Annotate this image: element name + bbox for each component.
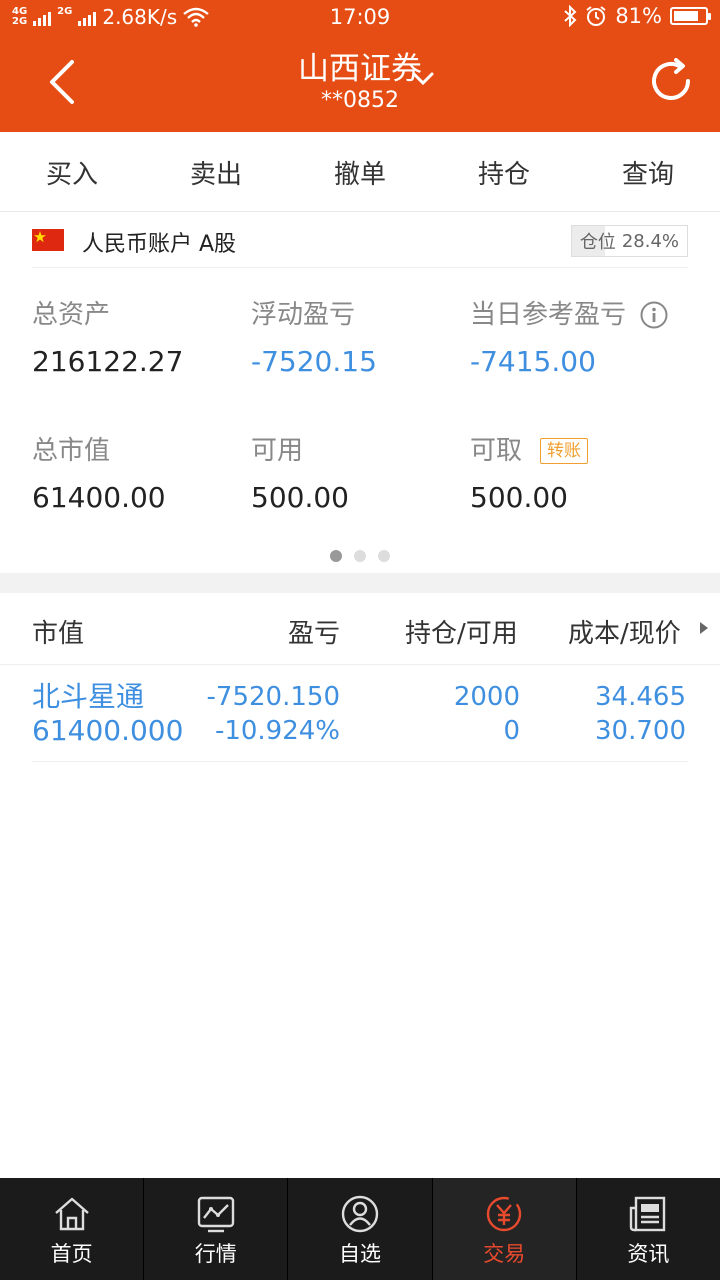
daily-pl-label-row: 当日参考盈亏 xyxy=(470,298,710,332)
withdrawable-label-row: 可取 转账 xyxy=(470,434,690,468)
position-label: 仓位 xyxy=(579,232,616,253)
caret-right-icon[interactable] xyxy=(700,622,708,634)
asset-summary: 总资产 216122.27 浮动盈亏 -7520.15 当日参考盈亏 -7415… xyxy=(0,270,720,570)
daily-pl-label: 当日参考盈亏 xyxy=(470,300,627,330)
transfer-button[interactable]: 转账 xyxy=(540,438,589,464)
bottom-nav-label: 自选 xyxy=(339,1242,381,1266)
stock-holding: 2000 xyxy=(453,682,520,712)
withdrawable-value: 500.00 xyxy=(470,481,568,514)
bottom-nav-home[interactable]: 首页 xyxy=(0,1178,145,1280)
withdrawable-label: 可取 xyxy=(470,436,523,466)
stock-pl: -7520.150 xyxy=(206,682,340,712)
col-holding-available: 持仓/可用 xyxy=(405,619,518,649)
stock-market-value: 61400.000 xyxy=(32,714,184,747)
bottom-nav-label: 交易 xyxy=(483,1242,526,1266)
market-chart-icon xyxy=(197,1196,234,1233)
bottom-nav-trade[interactable]: 交易 xyxy=(432,1178,577,1280)
stock-name: 北斗星通 xyxy=(32,680,145,713)
page-indicator xyxy=(0,550,720,562)
bluetooth-icon xyxy=(564,5,577,27)
tab-positions[interactable]: 持仓 xyxy=(432,132,576,212)
market-value-value: 61400.00 xyxy=(32,481,166,514)
stock-pl-pct: -10.924% xyxy=(214,716,340,746)
home-icon xyxy=(54,1197,89,1231)
tab-sell[interactable]: 卖出 xyxy=(144,132,288,212)
available-cell: 可用 500.00 xyxy=(251,434,471,516)
tab-query[interactable]: 查询 xyxy=(576,132,720,212)
china-flag-icon xyxy=(32,229,64,251)
market-value-label: 总市值 xyxy=(32,436,111,466)
position-ratio-badge: 仓位 28.4% xyxy=(570,225,688,257)
holdings-header: 市值 盈亏 持仓/可用 成本/现价 xyxy=(0,593,720,665)
status-right: 81% xyxy=(563,4,711,28)
floating-pl-value: -7520.15 xyxy=(251,345,377,378)
refresh-icon[interactable] xyxy=(648,58,694,104)
bottom-nav-market[interactable]: 行情 xyxy=(144,1178,289,1280)
bottom-nav-watchlist[interactable]: 自选 xyxy=(288,1178,433,1280)
market-value-cell: 总市值 61400.00 xyxy=(32,434,252,516)
stock-cost: 34.465 xyxy=(595,682,686,712)
trade-yuan-icon xyxy=(487,1196,522,1232)
battery-percent: 81% xyxy=(615,4,662,28)
position-value: 28.4% xyxy=(621,230,679,252)
bottom-nav-label: 行情 xyxy=(194,1242,237,1266)
page-dot xyxy=(330,550,342,562)
tab-cancel[interactable]: 撤单 xyxy=(288,132,432,212)
bottom-nav-label: 首页 xyxy=(50,1242,93,1266)
chevron-down-icon xyxy=(412,72,434,86)
info-icon[interactable] xyxy=(640,301,668,329)
withdrawable-cell: 可取 转账 500.00 xyxy=(470,434,690,516)
tab-buy[interactable]: 买入 xyxy=(0,132,144,212)
status-bar: 4G 2G 2G 2.68K/s 17:09 81% xyxy=(0,0,720,36)
total-assets-cell: 总资产 216122.27 xyxy=(32,298,252,380)
bottom-nav-news[interactable]: 资讯 xyxy=(577,1178,720,1280)
col-market-value: 市值 xyxy=(32,619,85,649)
stock-available: 0 xyxy=(503,716,520,746)
news-icon xyxy=(630,1196,666,1232)
col-cost-price: 成本/现价 xyxy=(568,619,681,649)
col-profit-loss: 盈亏 xyxy=(288,619,341,649)
bottom-nav: 首页 行情 自选 交易 资讯 xyxy=(0,1178,720,1280)
floating-pl-label: 浮动盈亏 xyxy=(251,300,356,330)
available-label: 可用 xyxy=(251,436,304,466)
daily-pl-cell: 当日参考盈亏 -7415.00 xyxy=(470,298,710,380)
section-divider xyxy=(0,573,720,593)
page-dot xyxy=(378,550,390,562)
bottom-nav-label: 资讯 xyxy=(627,1242,670,1266)
stock-price: 30.700 xyxy=(595,716,686,746)
account-name: 人民币账户 A股 xyxy=(82,232,237,257)
alarm-icon xyxy=(586,6,606,26)
total-assets-value: 216122.27 xyxy=(32,345,184,378)
account-bar: 人民币账户 A股 仓位 28.4% xyxy=(32,214,688,268)
broker-title: 山西证券 xyxy=(298,51,422,87)
battery-fill xyxy=(674,11,699,21)
daily-pl-value: -7415.00 xyxy=(470,345,596,378)
trade-tabs: 买入 卖出 撤单 持仓 查询 xyxy=(0,132,720,212)
account-number: **0852 xyxy=(321,88,399,113)
app-header: 4G 2G 2G 2.68K/s 17:09 81% 山西证券 **0852 xyxy=(0,0,720,132)
floating-pl-cell: 浮动盈亏 -7520.15 xyxy=(251,298,471,380)
table-row[interactable]: 北斗星通 61400.000 -7520.150 -10.924% 2000 0… xyxy=(32,666,688,762)
page-dot xyxy=(354,550,366,562)
watchlist-icon xyxy=(341,1195,379,1233)
battery-icon xyxy=(670,7,711,25)
available-value: 500.00 xyxy=(251,481,349,514)
total-assets-label: 总资产 xyxy=(32,300,111,330)
broker-selector[interactable]: 山西证券 **0852 xyxy=(0,50,720,114)
